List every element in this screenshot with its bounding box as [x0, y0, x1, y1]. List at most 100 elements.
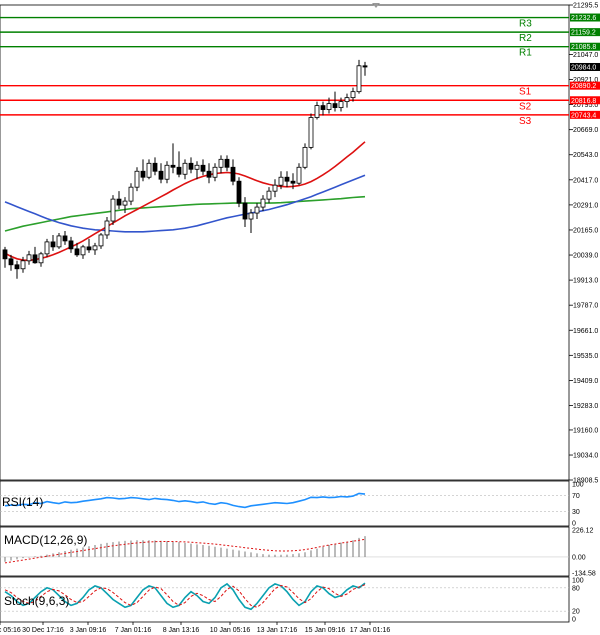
candle-body [26, 254, 32, 262]
candle-body [170, 164, 176, 168]
rsi-tick-label: 30 [572, 509, 580, 516]
candle-body [8, 258, 14, 266]
y-tick-label: 19787.0 [573, 303, 598, 310]
x-tick-label: 7 Jan 01:16 [115, 627, 152, 634]
level-tag-text-r3: 21232.6 [571, 15, 596, 22]
y-tick-label: 19535.0 [573, 353, 598, 360]
candle-body [212, 166, 218, 178]
rsi-tick-label: 70 [572, 493, 580, 500]
candle-body [344, 97, 350, 103]
level-label-s2: S2 [519, 101, 532, 112]
trading-chart: 21295.521047.020921.020795.020669.020543… [0, 3, 600, 634]
macd-tick-label: -134.58 [572, 571, 596, 578]
candle-body [362, 65, 368, 68]
x-tick-label: 30 Dec 17:16 [22, 627, 64, 634]
x-tick-label: 13 Jan 17:16 [257, 627, 298, 634]
candle-body [224, 158, 230, 168]
rsi-tick-label: 0 [572, 521, 576, 528]
candle-body [254, 206, 260, 214]
candle-body [128, 186, 134, 202]
level-label-s1: S1 [519, 87, 532, 98]
candle-body [206, 170, 212, 178]
stoch-tick-label: 80 [572, 585, 580, 592]
candle-body [314, 105, 320, 118]
stoch-tick-label: 20 [572, 609, 580, 616]
candle-body [50, 241, 56, 248]
stoch-tick-label: 100 [572, 578, 584, 585]
candle-body [290, 180, 296, 184]
candle-body [14, 264, 20, 270]
candle-body [92, 245, 98, 251]
level-tag-text-r1: 21085.8 [571, 44, 596, 51]
stoch-tick-label: 0 [572, 617, 576, 624]
candle-body [158, 170, 164, 180]
x-tick-label: 15 Jan 09:16 [305, 627, 346, 634]
candle-body [242, 202, 248, 220]
candle-body [74, 248, 80, 256]
main-plot-frame [0, 4, 570, 481]
candle-body [236, 180, 242, 204]
y-tick-label: 20291.0 [573, 202, 598, 209]
candle-body [104, 220, 110, 236]
candle-body [260, 198, 266, 208]
y-tick-label: 20039.0 [573, 253, 598, 260]
candle-body [152, 162, 158, 172]
y-tick-label: 20417.0 [573, 177, 598, 184]
y-tick-label: 20669.0 [573, 127, 598, 134]
candle-body [20, 260, 26, 270]
level-label-r3: R3 [519, 19, 532, 30]
y-tick-label: 21295.5 [573, 3, 598, 10]
candle-body [122, 200, 128, 206]
candle-body [98, 234, 104, 247]
x-tick-label: 17 Jan 01:16 [350, 627, 391, 634]
candle-body [134, 170, 140, 188]
candle-body [278, 176, 284, 186]
macd-label: MACD(12,26,9) [4, 533, 87, 547]
y-tick-label: 20165.0 [573, 227, 598, 234]
candle-body [110, 198, 116, 222]
candle-body [56, 235, 62, 248]
candle-body [32, 254, 38, 264]
y-tick-label: 19913.0 [573, 278, 598, 285]
candle-body [296, 166, 302, 184]
candle-body [38, 253, 44, 264]
y-tick-label: 19661.0 [573, 328, 598, 335]
candle-body [164, 164, 170, 180]
candle-body [62, 235, 68, 242]
candle-body [218, 158, 224, 168]
candle-body [320, 105, 326, 110]
candle-body [86, 246, 92, 251]
candle-body [284, 176, 290, 182]
y-tick-label: 21047.0 [573, 52, 598, 59]
candle-body [230, 166, 236, 182]
candle-body [266, 190, 272, 200]
stoch-panel-frame [0, 576, 570, 623]
candle-body [308, 117, 314, 148]
candle-body [338, 101, 344, 108]
candle-body [326, 103, 332, 110]
level-tag-text-r2: 21159.2 [571, 30, 596, 37]
candle-body [356, 65, 362, 93]
macd-tick-label: 0.00 [572, 554, 586, 561]
candle-body [332, 103, 338, 108]
candle-body [68, 240, 74, 250]
y-tick-label: 19160.0 [573, 427, 598, 434]
candle-body [2, 249, 8, 260]
candle-body [116, 198, 122, 206]
y-tick-label: 20543.0 [573, 152, 598, 159]
level-tag-text-s1: 20890.2 [571, 83, 596, 90]
candle-body [140, 170, 146, 178]
candle-body [44, 241, 50, 255]
level-label-r1: R1 [519, 48, 532, 59]
x-tick-label: 3 Jan 09:16 [70, 627, 107, 634]
level-tag-text-s2: 20816.8 [571, 98, 596, 105]
rsi-tick-label: 100 [572, 482, 584, 489]
level-label-s3: S3 [519, 116, 532, 127]
y-tick-label: 19034.0 [573, 453, 598, 460]
candle-body [248, 212, 254, 220]
candle-body [200, 164, 206, 172]
stoch-label: Stoch(9,6,3) [4, 594, 69, 608]
candle-body [302, 146, 308, 168]
y-tick-label: 19409.0 [573, 378, 598, 385]
candle-body [146, 162, 152, 178]
